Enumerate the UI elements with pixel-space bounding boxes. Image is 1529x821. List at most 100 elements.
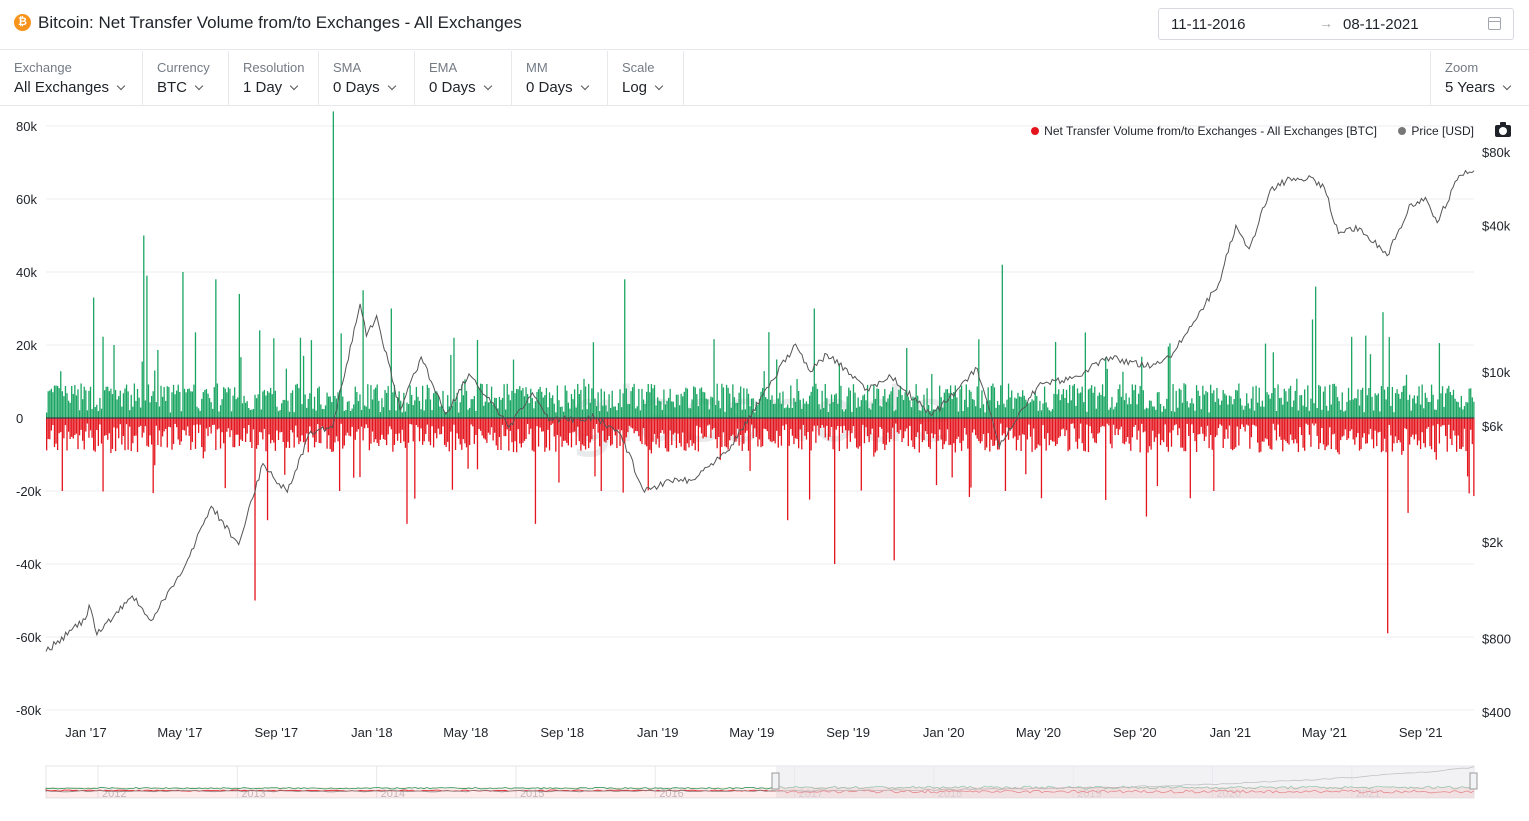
inflow-bar <box>661 409 663 418</box>
outflow-bar <box>844 418 847 431</box>
outflow-bar <box>776 418 778 431</box>
inflow-bar <box>954 385 956 418</box>
date-start-input[interactable]: 11-11-2016 <box>1171 16 1246 33</box>
inflow-bar <box>603 391 606 418</box>
inflow-bar <box>196 406 198 418</box>
outflow-bar <box>1258 418 1260 453</box>
inflow-bar <box>816 388 819 418</box>
inflow-bar <box>406 402 408 418</box>
inflow-bar <box>594 398 596 418</box>
outflow-bar <box>744 418 747 433</box>
inflow-bar <box>486 383 488 418</box>
inflow-bar <box>1426 397 1428 418</box>
outflow-bar <box>382 418 385 439</box>
inflow-bar <box>577 383 579 418</box>
exchange-select[interactable]: Exchange All Exchanges <box>0 51 143 105</box>
outflow-bar <box>1322 418 1325 445</box>
inflow-bar <box>285 368 287 418</box>
currency-select[interactable]: Currency BTC <box>143 51 229 105</box>
date-range-picker[interactable]: 11-11-2016 → 08-11-2021 <box>1158 8 1514 40</box>
date-end-input[interactable]: 08-11-2021 <box>1343 16 1419 33</box>
outflow-bar <box>874 418 877 453</box>
outflow-bar <box>841 418 844 433</box>
outflow-bar <box>614 418 616 436</box>
outflow-bar <box>136 418 139 452</box>
range-navigator[interactable]: 2012201320142015201620172018201920202021 <box>45 765 1478 800</box>
outflow-bar <box>1361 418 1364 438</box>
inflow-bar <box>823 407 825 418</box>
outflow-bar <box>678 418 681 444</box>
outflow-bar <box>1056 418 1058 445</box>
outflow-bar <box>201 418 203 448</box>
scale-select[interactable]: Scale Log <box>608 51 684 105</box>
outflow-bar <box>97 418 99 446</box>
zoom-select[interactable]: Zoom 5 Years <box>1430 51 1529 105</box>
outflow-bar <box>1253 418 1256 426</box>
inflow-bar <box>1070 400 1072 418</box>
calendar-icon[interactable] <box>1488 17 1501 30</box>
outflow-bar <box>1402 418 1405 451</box>
inflow-bar <box>56 385 59 418</box>
inflow-bar <box>747 393 750 418</box>
inflow-bar <box>793 397 795 418</box>
outflow-bar <box>979 418 982 444</box>
outflow-bar <box>628 418 631 426</box>
outflow-bar <box>1286 418 1289 444</box>
outflow-bar <box>1330 418 1332 450</box>
outflow-bar <box>962 418 964 441</box>
inflow-bar <box>1405 374 1408 418</box>
inflow-bar <box>1318 384 1320 418</box>
x-tick-label: Sep '18 <box>540 725 584 740</box>
outflow-bar <box>1073 418 1076 429</box>
outflow-bar <box>63 418 65 439</box>
inflow-bar <box>411 394 413 418</box>
inflow-bar <box>489 402 491 418</box>
zoom-label: Zoom <box>1445 60 1479 75</box>
inflow-bar <box>1105 357 1107 418</box>
inflow-bar <box>1252 386 1254 418</box>
inflow-bar <box>135 400 137 418</box>
inflow-bar <box>1347 387 1350 418</box>
outflow-bar <box>617 418 620 430</box>
ema-select[interactable]: EMA 0 Days <box>415 51 512 105</box>
inflow-bar <box>797 390 800 418</box>
inflow-bar <box>1311 319 1314 418</box>
outflow-bar <box>1101 418 1104 426</box>
inflow-bar <box>835 393 837 418</box>
inflow-bar <box>293 412 295 418</box>
outflow-bar <box>135 418 137 436</box>
inflow-bar <box>1076 388 1079 418</box>
inflow-bar <box>943 392 945 418</box>
inflow-bar <box>412 405 414 418</box>
outflow-bar <box>899 418 902 430</box>
outflow-bar <box>263 418 266 429</box>
inflow-bar <box>946 389 949 418</box>
inflow-bar <box>1361 387 1364 418</box>
inflow-bar <box>807 403 809 418</box>
outflow-bar <box>157 418 159 446</box>
inflow-bar <box>171 392 173 418</box>
outflow-bar <box>1343 418 1345 436</box>
outflow-bar <box>1396 418 1398 443</box>
outflow-bar <box>608 418 610 436</box>
inflow-bar <box>1231 404 1234 418</box>
inflow-bar <box>1125 393 1127 418</box>
resolution-select[interactable]: Resolution 1 Day <box>229 51 319 105</box>
sma-select[interactable]: SMA 0 Days <box>319 51 415 105</box>
mm-select[interactable]: MM 0 Days <box>512 51 608 105</box>
outflow-bar <box>92 418 95 451</box>
outflow-bar <box>1336 418 1339 453</box>
inflow-bar <box>263 389 266 418</box>
scale-label: Scale <box>622 60 655 75</box>
inflow-bar <box>844 409 847 418</box>
inflow-bar <box>837 403 839 418</box>
inflow-bar <box>921 405 924 418</box>
outflow-bar <box>1023 418 1025 435</box>
inflow-bar <box>860 400 862 418</box>
outflow-bar <box>1137 418 1140 431</box>
outflow-bar <box>1338 418 1340 455</box>
inflow-bar <box>744 409 747 418</box>
outflow-bar <box>1430 418 1433 450</box>
inflow-bar <box>935 410 938 418</box>
inflow-bar <box>371 399 374 418</box>
